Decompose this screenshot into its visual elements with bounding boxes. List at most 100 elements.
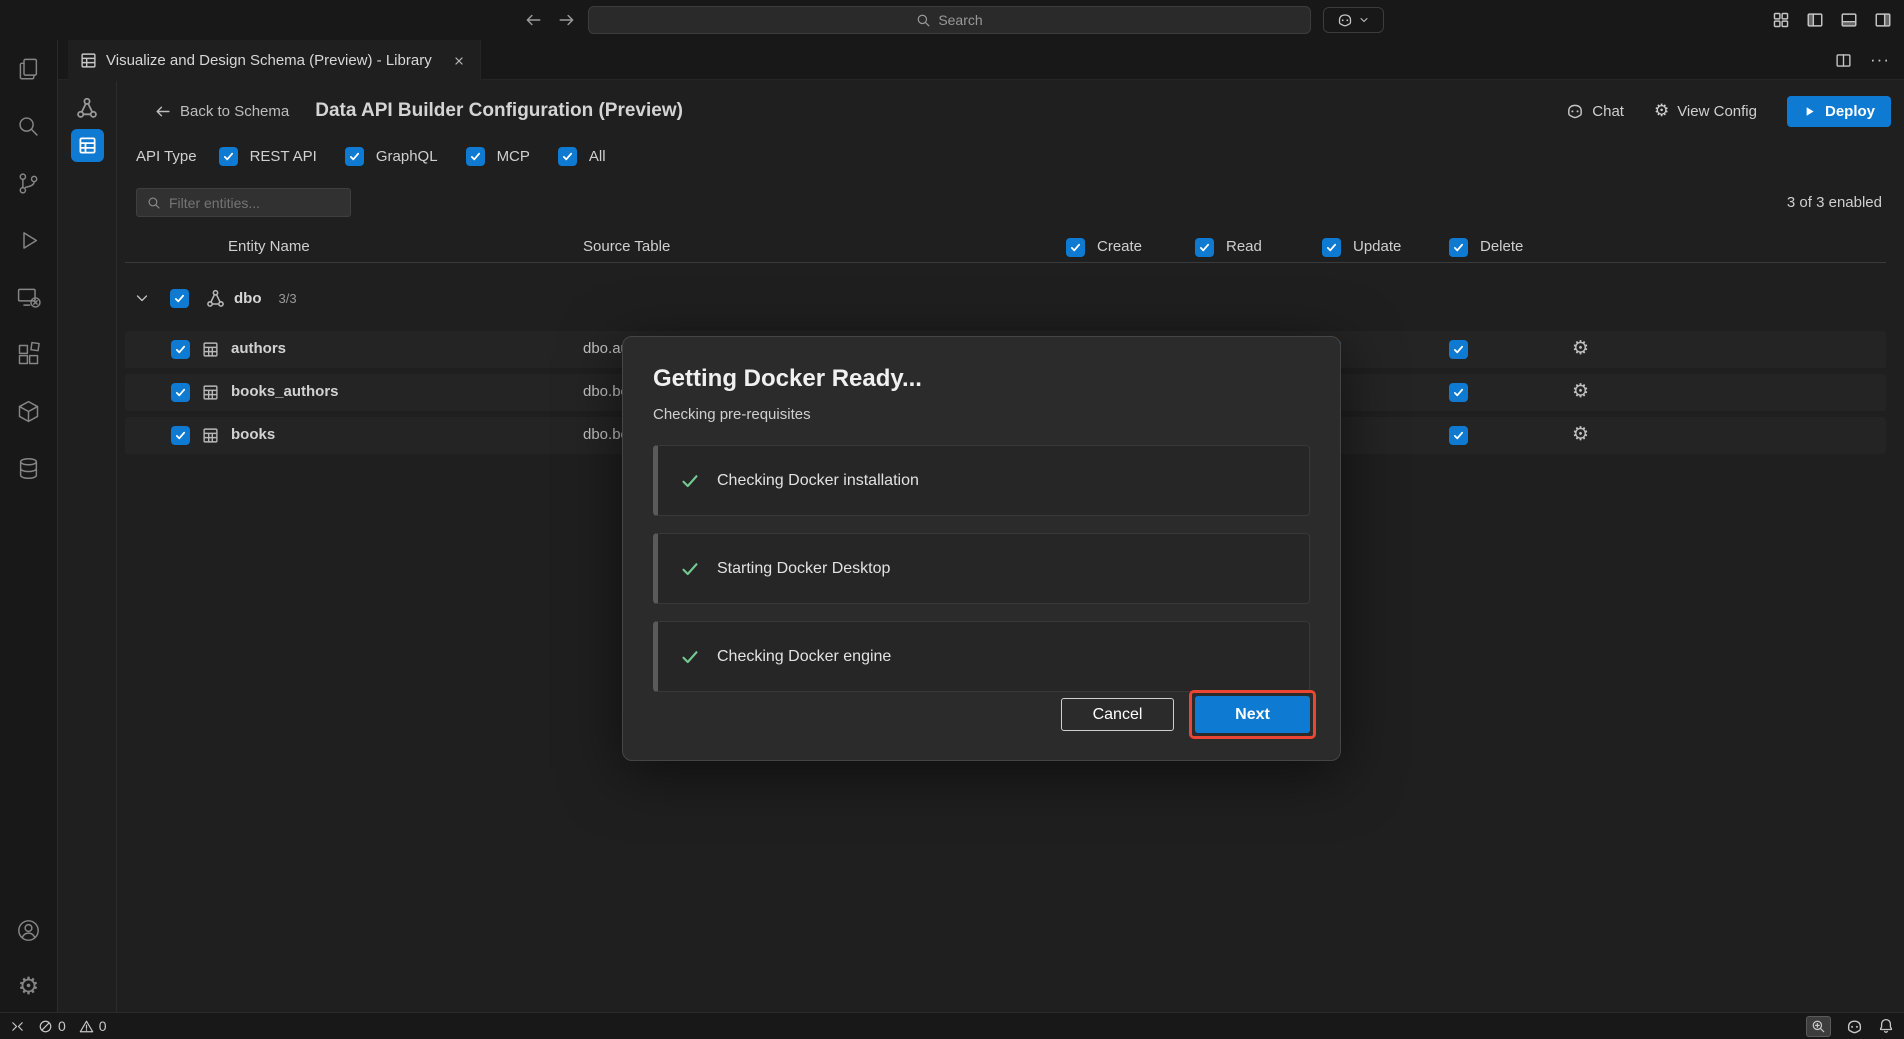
entity-name: books	[231, 426, 275, 443]
copilot-menu-button[interactable]	[1323, 7, 1384, 33]
schema-icon	[206, 289, 225, 308]
explorer-icon[interactable]	[15, 56, 42, 83]
mcp-option[interactable]: MCP	[466, 147, 530, 166]
check-success-icon	[680, 471, 700, 491]
chat-copilot-icon	[1566, 102, 1584, 120]
extensions-icon[interactable]	[15, 341, 42, 368]
warning-triangle-icon	[79, 1019, 94, 1034]
header-actions: Chat ⚙ View Config Deploy	[1566, 96, 1891, 127]
deploy-button[interactable]: Deploy	[1787, 96, 1891, 127]
editor-actions: ···	[1835, 40, 1890, 80]
api-type-label: API Type	[136, 148, 197, 165]
toggle-panel-left-icon[interactable]	[1806, 11, 1824, 29]
back-label: Back to Schema	[180, 103, 289, 120]
back-to-schema-link[interactable]: Back to Schema	[154, 103, 289, 120]
delete-all-checkbox[interactable]	[1449, 238, 1468, 257]
remote-explorer-icon[interactable]	[15, 284, 42, 311]
table-icon	[202, 427, 219, 444]
all-checkbox[interactable]	[558, 147, 577, 166]
chat-button[interactable]: Chat	[1566, 102, 1624, 120]
delete-checkbox[interactable]	[1449, 426, 1468, 445]
run-debug-icon[interactable]	[15, 227, 42, 254]
entity-name: books_authors	[231, 383, 339, 400]
zoom-magnifier-icon	[1811, 1019, 1826, 1034]
account-icon[interactable]	[15, 917, 42, 944]
gear-icon: ⚙	[1654, 103, 1669, 120]
settings-gear-icon[interactable]: ⚙	[18, 974, 40, 998]
schema-visualize-icon[interactable]	[76, 97, 98, 119]
column-read: Read	[1226, 238, 1262, 255]
filter-entities-field[interactable]	[169, 195, 329, 211]
mcp-checkbox[interactable]	[466, 147, 485, 166]
customize-layout-icon[interactable]	[1772, 11, 1790, 29]
table-icon	[202, 384, 219, 401]
enabled-count: 3 of 3 enabled	[1787, 194, 1882, 211]
package-icon[interactable]	[15, 398, 42, 425]
read-all-checkbox[interactable]	[1195, 238, 1214, 257]
vscode-window: Search	[0, 0, 1904, 1039]
page-title: Data API Builder Configuration (Preview)	[315, 100, 683, 122]
chat-label: Chat	[1592, 103, 1624, 120]
toggle-panel-bottom-icon[interactable]	[1840, 11, 1858, 29]
row-settings-gear-icon[interactable]: ⚙	[1572, 425, 1589, 444]
graphql-option[interactable]: GraphQL	[345, 147, 438, 166]
deploy-label: Deploy	[1825, 103, 1875, 120]
copilot-icon	[1337, 12, 1353, 28]
activity-bar: ⚙	[0, 40, 58, 1012]
editor-tab-bar: Visualize and Design Schema (Preview) - …	[58, 40, 1904, 80]
create-all-checkbox[interactable]	[1066, 238, 1085, 257]
update-all-checkbox[interactable]	[1322, 238, 1341, 257]
row-settings-gear-icon[interactable]: ⚙	[1572, 382, 1589, 401]
title-bar: Search	[0, 0, 1904, 40]
remote-indicator-icon[interactable]	[10, 1019, 25, 1034]
status-bar-right	[1806, 1016, 1894, 1037]
rest-api-option[interactable]: REST API	[219, 147, 317, 166]
column-update: Update	[1353, 238, 1401, 255]
view-config-button[interactable]: ⚙ View Config	[1654, 103, 1757, 120]
schema-designer-toolbar	[58, 81, 117, 1012]
database-icon[interactable]	[15, 455, 42, 482]
problems-warnings[interactable]: 0	[79, 1018, 107, 1034]
forward-arrow-icon[interactable]	[558, 11, 576, 29]
row-select-checkbox[interactable]	[171, 426, 190, 445]
column-create: Create	[1097, 238, 1142, 255]
zoom-status-item[interactable]	[1806, 1016, 1831, 1037]
schema-group-row[interactable]: dbo 3/3	[117, 281, 1886, 315]
delete-checkbox[interactable]	[1449, 383, 1468, 402]
warning-count: 0	[99, 1018, 107, 1034]
command-search-box[interactable]: Search	[588, 6, 1311, 34]
step-item: Checking Docker installation	[653, 445, 1310, 516]
tab-close-icon[interactable]	[450, 52, 468, 70]
delete-checkbox[interactable]	[1449, 340, 1468, 359]
notifications-bell-icon[interactable]	[1878, 1018, 1894, 1034]
filter-entities-input[interactable]	[136, 188, 351, 217]
schema-tab-icon	[80, 52, 97, 69]
cancel-button[interactable]: Cancel	[1061, 698, 1174, 731]
row-settings-gear-icon[interactable]: ⚙	[1572, 339, 1589, 358]
rest-api-checkbox[interactable]	[219, 147, 238, 166]
status-bar: 0 0	[0, 1012, 1904, 1039]
graphql-checkbox[interactable]	[345, 147, 364, 166]
row-select-checkbox[interactable]	[171, 383, 190, 402]
tab-title: Visualize and Design Schema (Preview) - …	[106, 52, 432, 69]
tab-schema-designer[interactable]: Visualize and Design Schema (Preview) - …	[68, 40, 481, 81]
chevron-down-icon[interactable]	[134, 290, 150, 306]
all-option[interactable]: All	[558, 147, 606, 166]
check-success-icon	[680, 647, 700, 667]
problems-errors[interactable]: 0	[38, 1018, 66, 1034]
back-arrow-icon[interactable]	[524, 11, 542, 29]
table-icon	[202, 341, 219, 358]
split-editor-icon[interactable]	[1835, 52, 1852, 69]
copilot-status-icon[interactable]	[1846, 1018, 1863, 1035]
more-actions-icon[interactable]: ···	[1870, 50, 1890, 70]
dialog-steps: Checking Docker installation Starting Do…	[653, 445, 1310, 692]
row-select-checkbox[interactable]	[171, 340, 190, 359]
search-icon	[916, 13, 931, 28]
dialog-buttons: Cancel Next	[1061, 696, 1310, 733]
next-button[interactable]: Next	[1195, 696, 1310, 733]
search-sidebar-icon[interactable]	[15, 113, 42, 140]
source-control-icon[interactable]	[15, 170, 42, 197]
table-designer-icon[interactable]	[71, 129, 104, 162]
toggle-panel-right-icon[interactable]	[1874, 11, 1892, 29]
group-checkbox[interactable]	[170, 289, 189, 308]
